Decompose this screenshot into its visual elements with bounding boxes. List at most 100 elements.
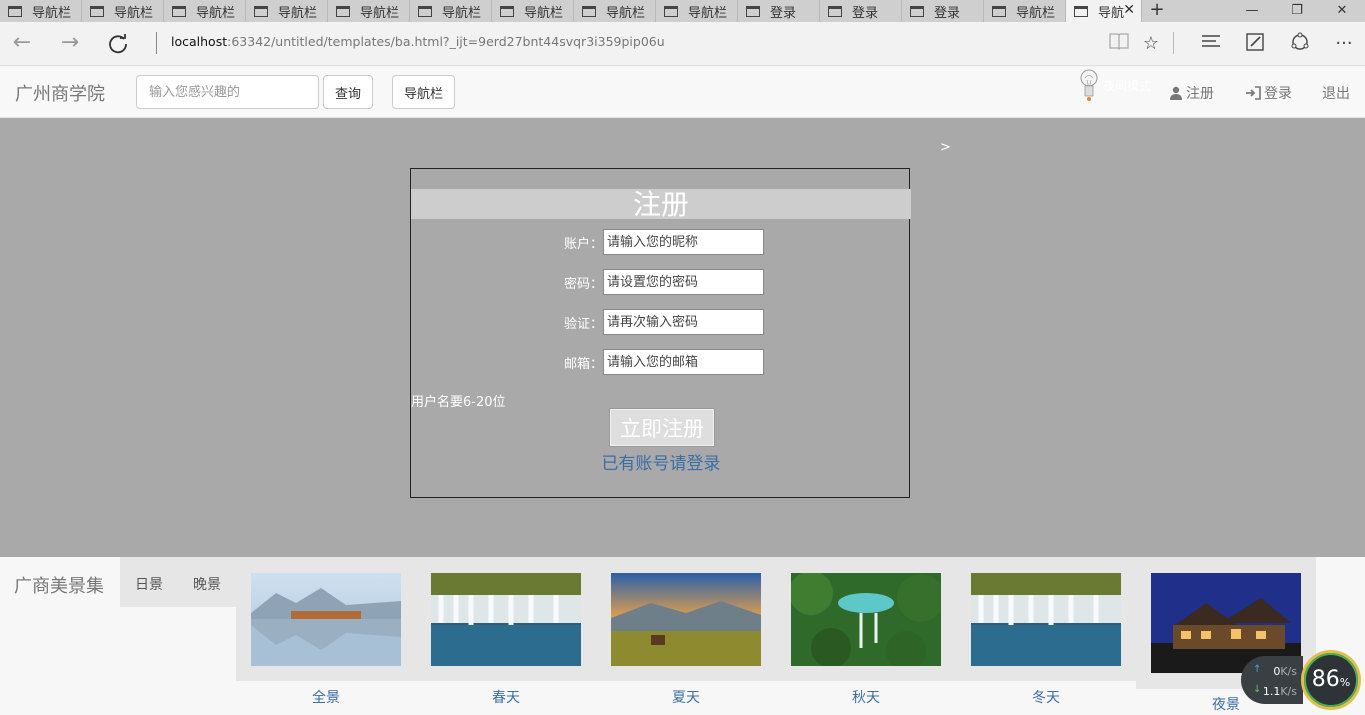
page-icon <box>746 5 760 17</box>
tab-label: 导航 <box>1098 5 1125 21</box>
gauge-value: 86 <box>1311 667 1340 692</box>
download-speed: 1.1 <box>1262 685 1281 698</box>
register-submit-button[interactable]: 立即注册 <box>609 408 715 447</box>
page-icon <box>418 5 432 17</box>
caption-winter[interactable]: 冬天 <box>971 687 1121 707</box>
brand-title[interactable]: 广州商学院 <box>15 80 105 106</box>
minimize-icon[interactable]: — <box>1230 0 1274 22</box>
browser-tab[interactable]: 登录 <box>820 0 902 22</box>
register-link[interactable]: 注册 <box>1169 83 1214 103</box>
tab-day[interactable]: 日景 <box>135 574 163 594</box>
close-window-icon[interactable]: ✕ <box>1320 0 1364 22</box>
address-separator <box>156 32 157 54</box>
login-link-text[interactable]: 已有账号请登录 <box>411 449 911 474</box>
tab-label: 导航栏 <box>278 5 318 21</box>
forward-icon[interactable]: → <box>56 30 84 58</box>
tab-label: 导航栏 <box>442 5 482 21</box>
caption-summer[interactable]: 夏天 <box>611 687 761 707</box>
tab-label: 登录 <box>852 5 879 21</box>
search-button[interactable]: 查询 <box>323 75 374 109</box>
page-icon <box>172 5 186 17</box>
thumb-summer[interactable] <box>611 573 761 666</box>
account-label: 账户： <box>563 236 603 252</box>
login-link[interactable]: 登录 <box>1245 83 1292 103</box>
browser-tab[interactable]: 导航栏 <box>328 0 410 22</box>
browser-tab[interactable]: 导航栏 <box>492 0 574 22</box>
more-menu-icon[interactable]: ··· <box>1332 32 1356 56</box>
reading-view-icon[interactable] <box>1107 32 1131 56</box>
sign-in-icon <box>1246 86 1261 100</box>
lightbulb-icon[interactable] <box>1078 67 1100 103</box>
upload-unit: K/s <box>1280 665 1297 678</box>
browser-tab[interactable]: 登录 <box>902 0 984 22</box>
download-arrow-icon: ↓ <box>1253 684 1262 695</box>
tab-label: 导航栏 <box>32 5 72 21</box>
network-speed-widget: ↑ 0K/s ↓ 1.1K/s <box>1241 656 1303 704</box>
hub-icon[interactable] <box>1199 32 1223 56</box>
nav-dropdown-button[interactable]: 导航栏 <box>392 75 456 109</box>
memory-gauge[interactable]: 86% <box>1301 650 1361 710</box>
form-title: 注册 <box>411 189 911 221</box>
login-label: 登录 <box>1264 86 1292 102</box>
page-icon <box>8 5 22 17</box>
download-unit: K/s <box>1280 685 1297 698</box>
username-hint: 用户名要6-20位 <box>411 395 506 410</box>
caption-panorama[interactable]: 全景 <box>251 687 401 707</box>
search-input[interactable] <box>136 75 319 109</box>
browser-tab[interactable]: 导航栏 <box>82 0 164 22</box>
user-icon <box>1170 86 1182 100</box>
page-icon <box>828 5 842 17</box>
toolbar-separator <box>1173 32 1174 54</box>
browser-tab[interactable]: 登录 <box>738 0 820 22</box>
confirm-label: 验证： <box>563 316 603 332</box>
upload-arrow-icon: ↑ <box>1253 664 1262 675</box>
password-input[interactable] <box>603 269 764 295</box>
logout-link[interactable]: 退出 <box>1322 83 1350 103</box>
password-label: 密码： <box>563 276 603 292</box>
page-icon <box>910 5 924 17</box>
web-note-icon[interactable] <box>1243 32 1267 56</box>
account-row: 账户： <box>557 229 764 255</box>
share-icon[interactable] <box>1288 32 1312 56</box>
main-area: > 注册 账户： 密码： 验证： 邮箱： 用户名要6-20位 立即注册 已有账号… <box>0 118 1365 557</box>
page-icon <box>336 5 350 17</box>
url-field[interactable]: localhost:63342/untitled/templates/ba.ht… <box>171 34 665 49</box>
browser-tab[interactable]: 导航栏 <box>574 0 656 22</box>
browser-tab[interactable]: 导航栏 <box>246 0 328 22</box>
gallery-tabs: 日景 晚景 <box>120 557 236 607</box>
email-row: 邮箱： <box>557 349 764 375</box>
email-label: 邮箱： <box>563 356 603 372</box>
browser-tab[interactable]: 导航栏 <box>0 0 82 22</box>
thumb-spring[interactable] <box>431 573 581 666</box>
thumb-winter[interactable] <box>971 573 1121 666</box>
browser-tab-active[interactable]: 导航 ✕ <box>1066 0 1142 22</box>
tab-label: 导航栏 <box>524 5 564 21</box>
new-tab-icon[interactable]: + <box>1142 0 1172 22</box>
stray-text: > <box>940 140 951 155</box>
browser-tab[interactable]: 导航栏 <box>410 0 492 22</box>
browser-tab[interactable]: 导航栏 <box>164 0 246 22</box>
thumb-autumn[interactable] <box>791 573 941 666</box>
caption-spring[interactable]: 春天 <box>431 687 581 707</box>
browser-tab-strip: 导航栏 导航栏 导航栏 导航栏 导航栏 导航栏 导航栏 导航栏 导航栏 登录 登… <box>0 0 1365 22</box>
email-input[interactable] <box>603 349 764 375</box>
site-navbar: 广州商学院 查询 导航栏 夜间模式 注册 登录 退出 <box>0 67 1365 118</box>
restore-icon[interactable]: ❐ <box>1275 0 1319 22</box>
confirm-password-input[interactable] <box>603 309 764 335</box>
gallery-section: 广商美景集 日景 晚景 全景 春天 夏天 秋天 冬天 夜景 <box>0 557 1365 715</box>
caption-autumn[interactable]: 秋天 <box>791 687 941 707</box>
back-icon[interactable]: ← <box>8 30 36 58</box>
browser-tab[interactable]: 导航栏 <box>656 0 738 22</box>
close-tab-icon[interactable]: ✕ <box>1123 2 1135 18</box>
tab-label: 导航栏 <box>1016 5 1056 21</box>
night-mode-label[interactable]: 夜间模式 <box>1103 77 1151 94</box>
tab-night[interactable]: 晚景 <box>193 574 221 594</box>
tab-label: 导航栏 <box>606 5 646 21</box>
browser-tab[interactable]: 导航栏 <box>984 0 1066 22</box>
favorite-star-icon[interactable]: ☆ <box>1139 32 1163 56</box>
thumb-panorama[interactable] <box>251 573 401 666</box>
refresh-icon[interactable] <box>104 30 132 58</box>
password-row: 密码： <box>557 269 764 295</box>
account-input[interactable] <box>603 229 764 255</box>
tab-label: 登录 <box>770 5 797 21</box>
